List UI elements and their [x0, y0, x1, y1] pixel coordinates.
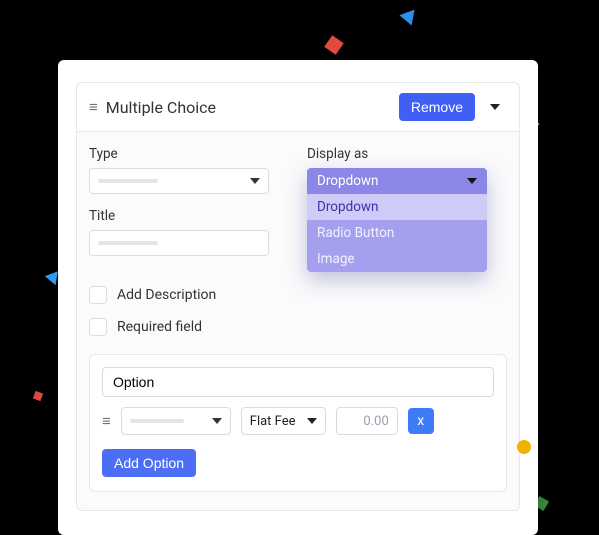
- placeholder-line: [130, 419, 184, 423]
- add-option-button[interactable]: Add Option: [102, 449, 196, 477]
- close-icon: x: [417, 413, 424, 429]
- add-description-row: Add Description: [89, 286, 507, 304]
- placeholder-line: [98, 179, 158, 183]
- display-as-selected[interactable]: Dropdown: [307, 168, 487, 194]
- title-input[interactable]: [89, 230, 269, 256]
- display-as-option[interactable]: Dropdown: [307, 194, 487, 220]
- caret-down-icon: [490, 104, 500, 110]
- field-editor-card: ≡ Multiple Choice Remove Type Title: [58, 60, 538, 535]
- add-description-label: Add Description: [117, 287, 216, 303]
- type-label: Type: [89, 146, 289, 162]
- caret-down-icon: [467, 178, 477, 184]
- option-box: ≡ Flat Fee 0.00 x A: [89, 354, 507, 492]
- section-menu-toggle[interactable]: [483, 97, 507, 117]
- option-drag-handle-icon[interactable]: ≡: [102, 412, 111, 430]
- fee-amount-input[interactable]: 0.00: [336, 407, 398, 435]
- type-select[interactable]: [89, 168, 269, 194]
- display-as-selected-label: Dropdown: [317, 173, 379, 189]
- title-label: Title: [89, 208, 289, 224]
- decorative-shape: [517, 440, 531, 454]
- section-header: ≡ Multiple Choice Remove: [77, 83, 519, 132]
- display-as-option[interactable]: Radio Button: [307, 220, 487, 246]
- add-description-checkbox[interactable]: [89, 286, 107, 304]
- remove-button[interactable]: Remove: [399, 93, 475, 121]
- display-as-field-group: Display as Dropdown Dropdown Radio Butto…: [307, 146, 507, 272]
- required-checkbox[interactable]: [89, 318, 107, 336]
- option-aux-select[interactable]: [121, 407, 231, 435]
- option-remove-button[interactable]: x: [408, 408, 434, 434]
- decorative-shape: [324, 35, 343, 54]
- decorative-shape: [399, 4, 420, 25]
- field-section: ≡ Multiple Choice Remove Type Title: [76, 82, 520, 511]
- required-row: Required field: [89, 318, 507, 336]
- drag-handle-icon[interactable]: ≡: [89, 98, 98, 116]
- type-field-group: Type Title: [89, 146, 289, 272]
- fee-amount-value: 0.00: [363, 414, 388, 429]
- section-title: Multiple Choice: [106, 98, 216, 117]
- caret-down-icon: [250, 178, 260, 184]
- display-as-option-list: Dropdown Radio Button Image: [307, 194, 487, 272]
- caret-down-icon: [307, 418, 317, 424]
- required-label: Required field: [117, 319, 202, 335]
- fee-type-label: Flat Fee: [250, 414, 296, 429]
- placeholder-line: [98, 241, 158, 245]
- fee-type-select[interactable]: Flat Fee: [241, 407, 326, 435]
- decorative-shape: [33, 391, 43, 401]
- caret-down-icon: [212, 418, 222, 424]
- display-as-option[interactable]: Image: [307, 246, 487, 272]
- title-field-group: Title: [89, 208, 289, 256]
- section-body: Type Title Display as: [77, 132, 519, 510]
- option-name-input[interactable]: [102, 367, 494, 397]
- display-as-dropdown-open: Dropdown Dropdown Radio Button Image: [307, 168, 487, 272]
- display-as-label: Display as: [307, 146, 507, 162]
